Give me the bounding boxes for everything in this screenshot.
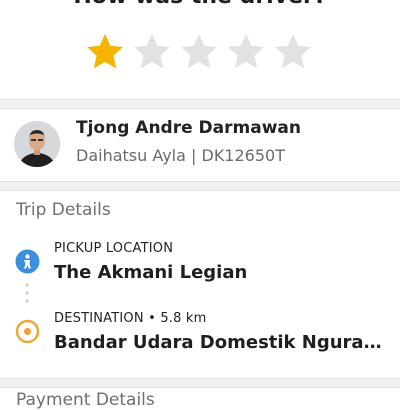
star-rating[interactable] — [83, 30, 317, 74]
driver-avatar — [14, 121, 60, 167]
destination-location: Bandar Udara Domestik Ngurah Rai — [54, 332, 390, 353]
section-divider — [0, 378, 400, 388]
driver-photo — [14, 121, 60, 167]
star-icon-5[interactable] — [271, 30, 315, 74]
pickup-location-icon — [15, 249, 40, 274]
trip-details-title: Trip Details — [16, 200, 111, 220]
destination-label: DESTINATION • 5.8 km — [54, 311, 207, 326]
star-icon-2[interactable] — [130, 30, 174, 74]
driver-card — [0, 103, 400, 181]
driver-name: Tjong Andre Darmawan — [76, 118, 301, 138]
destination-icon — [15, 319, 40, 344]
pickup-label: PICKUP LOCATION — [54, 241, 174, 256]
route-dots — [25, 283, 29, 311]
rating-title: How was the driver? — [0, 0, 400, 9]
driver-rating-section: How was the driver? — [0, 0, 400, 100]
payment-details-title: Payment Details — [16, 390, 155, 410]
pickup-location: The Akmani Legian — [54, 262, 248, 283]
star-icon-1[interactable] — [83, 30, 127, 74]
star-icon-4[interactable] — [224, 30, 268, 74]
star-icon-3[interactable] — [177, 30, 221, 74]
section-divider — [0, 181, 400, 191]
vehicle-info: Daihatsu Ayla | DK12650T — [76, 146, 285, 165]
